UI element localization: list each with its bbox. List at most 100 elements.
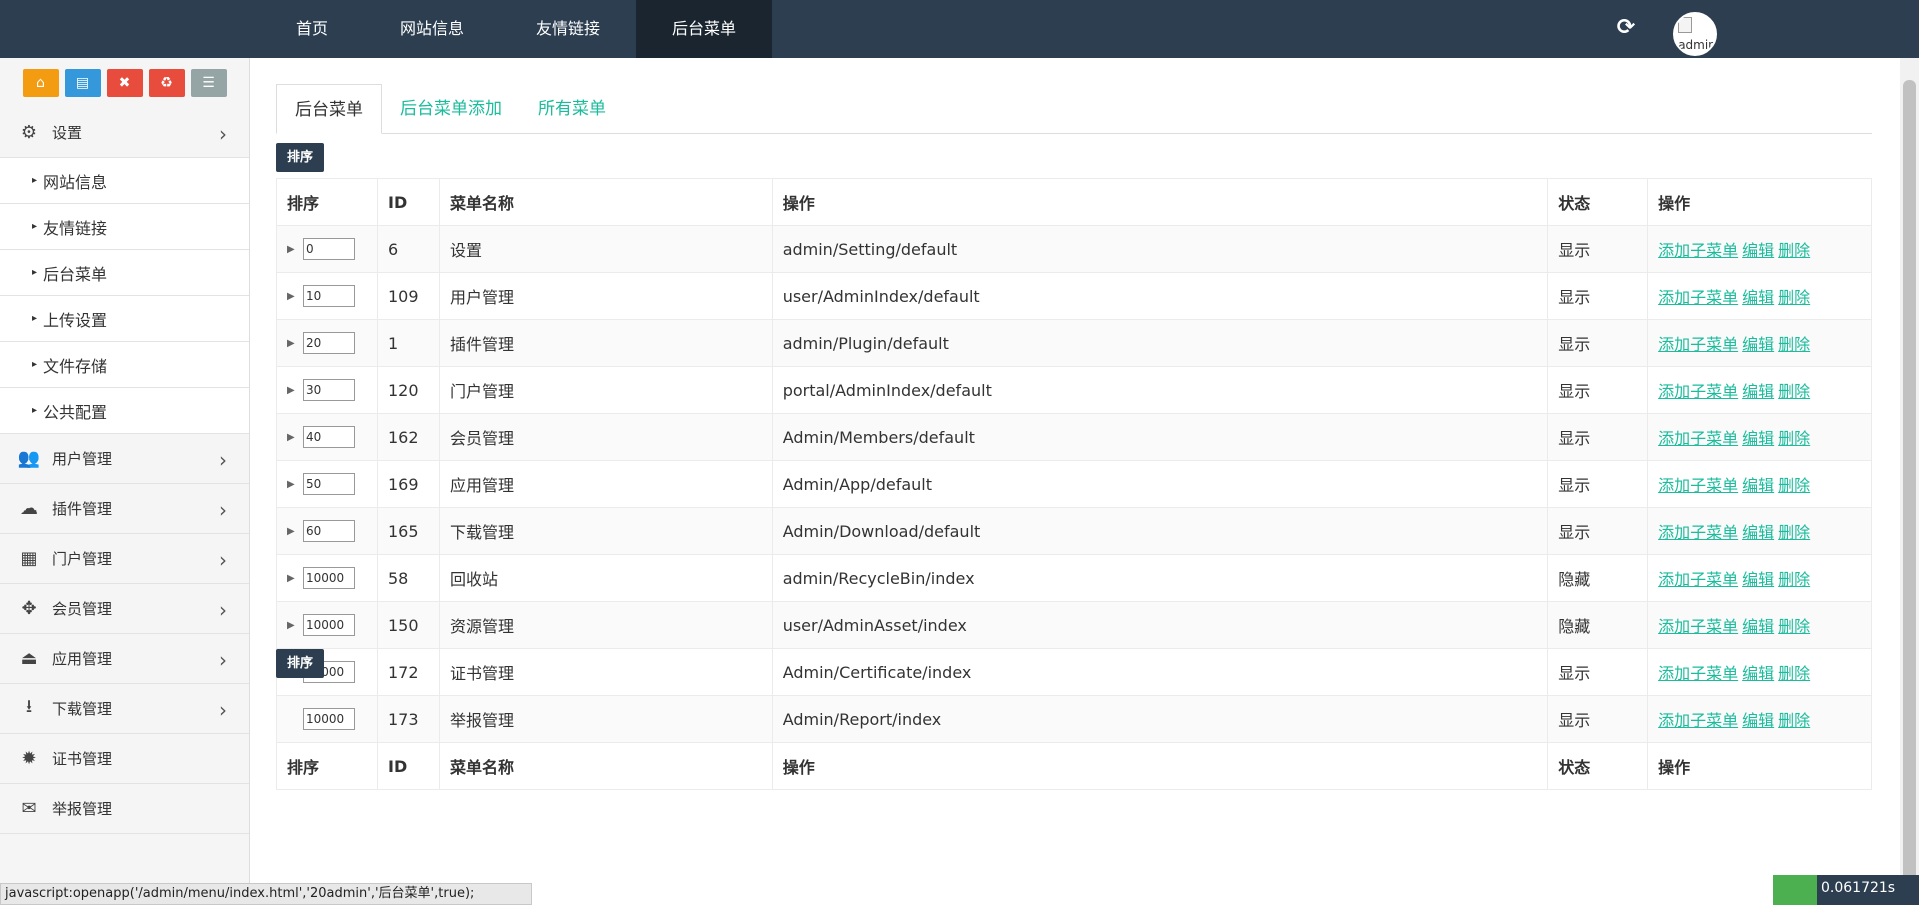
- sidebar-item-label: 用户管理: [52, 450, 113, 468]
- sort-order-input[interactable]: [303, 708, 355, 730]
- sidebar-item-portal[interactable]: ▦ 门户管理 ›: [0, 534, 249, 584]
- add-submenu-link[interactable]: 添加子菜单: [1658, 617, 1738, 636]
- expand-arrow-icon[interactable]: ▶: [287, 291, 303, 302]
- add-submenu-link[interactable]: 添加子菜单: [1658, 570, 1738, 589]
- sort-order-input[interactable]: [303, 379, 355, 401]
- expand-arrow-icon[interactable]: ▶: [287, 244, 303, 255]
- delete-link[interactable]: 删除: [1778, 523, 1810, 542]
- list-icon[interactable]: ☰: [190, 69, 227, 97]
- edit-link[interactable]: 编辑: [1742, 382, 1774, 401]
- sidebar-item-members[interactable]: ✥ 会员管理 ›: [0, 584, 249, 634]
- table-header-row: 排序 ID 菜单名称 操作 状态 操作: [276, 178, 1872, 226]
- edit-link[interactable]: 编辑: [1742, 570, 1774, 589]
- add-submenu-link[interactable]: 添加子菜单: [1658, 476, 1738, 495]
- expand-arrow-icon[interactable]: ▶: [287, 526, 303, 537]
- delete-link[interactable]: 删除: [1778, 241, 1810, 260]
- sidebar-item-downloads[interactable]: ⭳ 下载管理 ›: [0, 684, 249, 734]
- nav-friend-links[interactable]: 友情链接: [500, 0, 636, 58]
- sort-order-input[interactable]: [303, 238, 355, 260]
- scrollbar-thumb[interactable]: [1903, 80, 1916, 882]
- add-submenu-link[interactable]: 添加子菜单: [1658, 523, 1738, 542]
- chevron-right-icon: ›: [219, 122, 227, 146]
- sort-order-input[interactable]: [303, 567, 355, 589]
- edit-link[interactable]: 编辑: [1742, 617, 1774, 636]
- delete-link[interactable]: 删除: [1778, 429, 1810, 448]
- add-submenu-link[interactable]: 添加子菜单: [1658, 241, 1738, 260]
- grid-icon: ▦: [20, 548, 38, 569]
- edit-link[interactable]: 编辑: [1742, 664, 1774, 683]
- delete-link[interactable]: 删除: [1778, 382, 1810, 401]
- status-cell: 显示: [1547, 648, 1649, 696]
- chevron-right-icon: ›: [219, 548, 227, 572]
- sidebar-sub-upload-settings[interactable]: ▸ 上传设置: [0, 296, 249, 342]
- sidebar-sub-friend-links[interactable]: ▸ 友情链接: [0, 204, 249, 250]
- add-submenu-link[interactable]: 添加子菜单: [1658, 382, 1738, 401]
- avatar[interactable]: admin: [1673, 12, 1717, 56]
- sort-order-input[interactable]: [303, 520, 355, 542]
- edit-link[interactable]: 编辑: [1742, 476, 1774, 495]
- footer-name: 菜单名称: [438, 742, 773, 790]
- edit-link[interactable]: 编辑: [1742, 288, 1774, 307]
- sidebar-item-apps[interactable]: ⏏ 应用管理 ›: [0, 634, 249, 684]
- sidebar-item-plugins[interactable]: ☁ 插件管理 ›: [0, 484, 249, 534]
- refresh-icon[interactable]: ⟳: [1614, 14, 1638, 42]
- table-row: ▶ 162会员管理Admin/Members/default显示添加子菜单编辑删除: [276, 413, 1872, 461]
- sidebar-sub-admin-menu[interactable]: ▸ 后台菜单: [0, 250, 249, 296]
- delete-link[interactable]: 删除: [1778, 476, 1810, 495]
- expand-arrow-icon[interactable]: ▶: [287, 479, 303, 490]
- expand-arrow-icon[interactable]: ▶: [287, 338, 303, 349]
- chevron-right-icon: ›: [219, 498, 227, 522]
- tab-admin-menu[interactable]: 后台菜单: [276, 84, 382, 134]
- tab-admin-menu-add[interactable]: 后台菜单添加: [382, 84, 520, 134]
- trash-icon[interactable]: ✖: [106, 69, 143, 97]
- vertical-scrollbar[interactable]: [1900, 58, 1919, 905]
- name-cell: 应用管理: [438, 460, 773, 508]
- sort-button-bottom[interactable]: 排序: [276, 649, 325, 678]
- delete-link[interactable]: 删除: [1778, 288, 1810, 307]
- add-submenu-link[interactable]: 添加子菜单: [1658, 288, 1738, 307]
- sort-order-input[interactable]: [303, 473, 355, 495]
- delete-link[interactable]: 删除: [1778, 711, 1810, 730]
- sidebar-item-certificates[interactable]: ✹ 证书管理: [0, 734, 249, 784]
- file-icon[interactable]: ▤: [64, 69, 101, 97]
- edit-link[interactable]: 编辑: [1742, 241, 1774, 260]
- sort-button-top[interactable]: 排序: [276, 143, 325, 172]
- sidebar-sub-file-storage[interactable]: ▸ 文件存储: [0, 342, 249, 388]
- recycle-icon[interactable]: ♻: [148, 69, 185, 97]
- chevron-right-icon: ›: [219, 648, 227, 672]
- edit-link[interactable]: 编辑: [1742, 711, 1774, 730]
- home-icon[interactable]: ⌂: [22, 69, 59, 97]
- delete-link[interactable]: 删除: [1778, 617, 1810, 636]
- nav-home[interactable]: 首页: [260, 0, 364, 58]
- expand-arrow-icon[interactable]: ▶: [287, 385, 303, 396]
- sort-order-input[interactable]: [303, 332, 355, 354]
- tab-all-menus[interactable]: 所有菜单: [520, 84, 624, 134]
- sidebar-item-settings[interactable]: ⚙ 设置 ›: [0, 108, 249, 158]
- add-submenu-link[interactable]: 添加子菜单: [1658, 664, 1738, 683]
- nav-admin-menu[interactable]: 后台菜单: [636, 0, 773, 58]
- sidebar-sub-site-info[interactable]: ▸ 网站信息: [0, 158, 249, 204]
- add-submenu-link[interactable]: 添加子菜单: [1658, 711, 1738, 730]
- nav-site-info[interactable]: 网站信息: [364, 0, 500, 58]
- delete-link[interactable]: 删除: [1778, 335, 1810, 354]
- edit-link[interactable]: 编辑: [1742, 429, 1774, 448]
- sidebar-item-reports[interactable]: ✉ 举报管理: [0, 784, 249, 834]
- expand-arrow-icon[interactable]: ▶: [287, 432, 303, 443]
- edit-link[interactable]: 编辑: [1742, 523, 1774, 542]
- sidebar-item-users[interactable]: 👥 用户管理 ›: [0, 434, 249, 484]
- sidebar-sub-public-config[interactable]: ▸ 公共配置: [0, 388, 249, 434]
- sort-cell: ▶: [276, 554, 378, 602]
- add-submenu-link[interactable]: 添加子菜单: [1658, 335, 1738, 354]
- sidebar-item-label: 会员管理: [52, 600, 113, 618]
- sort-order-input[interactable]: [303, 426, 355, 448]
- expand-arrow-icon[interactable]: ▶: [287, 573, 303, 584]
- expand-arrow-icon[interactable]: ▶: [287, 620, 303, 631]
- delete-link[interactable]: 删除: [1778, 570, 1810, 589]
- header-status: 状态: [1547, 178, 1649, 226]
- delete-link[interactable]: 删除: [1778, 664, 1810, 683]
- edit-link[interactable]: 编辑: [1742, 335, 1774, 354]
- add-submenu-link[interactable]: 添加子菜单: [1658, 429, 1738, 448]
- sort-order-input[interactable]: [303, 614, 355, 636]
- sort-order-input[interactable]: [303, 285, 355, 307]
- download-icon: ⭳: [25, 695, 33, 717]
